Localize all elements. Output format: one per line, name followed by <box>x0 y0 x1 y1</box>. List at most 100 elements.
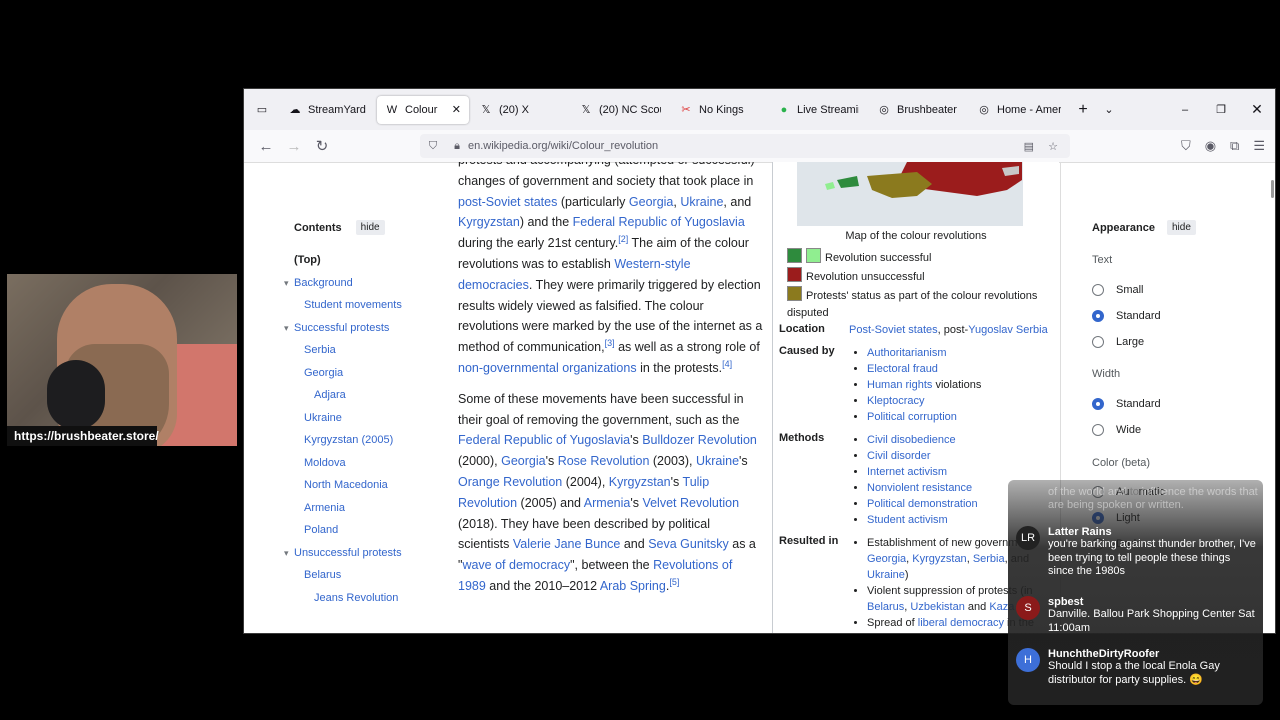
toc-item[interactable]: Kyrgyzstan (2005) <box>294 429 434 452</box>
toc-item[interactable]: Jeans Revolution <box>294 587 434 610</box>
wiki-link[interactable]: Ukraine <box>680 195 723 209</box>
appearance-hide-button[interactable]: hide <box>1166 220 1196 235</box>
wiki-link[interactable]: Political demonstration <box>867 498 978 510</box>
wiki-link[interactable]: Kyrgyzstan <box>609 475 671 489</box>
reference-link[interactable]: [5] <box>669 577 679 587</box>
radio-button[interactable] <box>1092 310 1104 322</box>
toc-item-label[interactable]: Poland <box>304 524 338 536</box>
wiki-link[interactable]: Student activism <box>867 514 948 526</box>
toc-item-label[interactable]: Unsuccessful protests <box>294 547 402 559</box>
toc-item[interactable]: ▾ Unsuccessful protests <box>284 542 434 565</box>
reference-link[interactable]: [2] <box>618 234 628 244</box>
wiki-link[interactable]: post-Soviet states <box>458 195 557 209</box>
radio-button[interactable] <box>1092 336 1104 348</box>
wiki-link[interactable]: Federal Republic of Yugoslavia <box>458 433 630 447</box>
toc-item[interactable]: North Macedonia <box>294 474 434 497</box>
wiki-link[interactable]: Rose Revolution <box>558 454 650 468</box>
new-tab-icon[interactable]: + <box>1069 96 1097 124</box>
radio-option[interactable]: Small <box>1092 284 1144 296</box>
toc-item-label[interactable]: Student movements <box>304 299 402 311</box>
shield-icon[interactable]: ⛉ <box>420 140 446 153</box>
tab-4[interactable]: ✂ No Kings <box>671 96 767 124</box>
wiki-link[interactable]: Serbia <box>973 553 1005 565</box>
wiki-link[interactable]: Human rights <box>867 379 932 391</box>
extensions-icon[interactable]: ⧉ <box>1230 138 1239 154</box>
toc-item-label[interactable]: Successful protests <box>294 322 389 334</box>
toc-item[interactable]: Belarus <box>294 564 434 587</box>
wiki-link[interactable]: Georgia <box>867 553 906 565</box>
toc-item-label[interactable]: Adjara <box>314 389 346 401</box>
toc-item[interactable]: Ukraine <box>294 407 434 430</box>
wiki-link[interactable]: Authoritarianism <box>867 347 946 359</box>
tab-0[interactable]: ☁ StreamYard - S <box>280 96 375 124</box>
toc-item[interactable]: Adjara <box>294 384 434 407</box>
wiki-link[interactable]: wave of democracy <box>462 558 570 572</box>
wiki-link[interactable]: Political corruption <box>867 411 957 423</box>
toc-hide-button[interactable]: hide <box>355 220 385 235</box>
wiki-link[interactable]: Armenia <box>584 496 631 510</box>
toc-item[interactable]: Georgia <box>294 362 434 385</box>
toc-item-label[interactable]: Armenia <box>304 502 345 514</box>
radio-button[interactable] <box>1092 424 1104 436</box>
colour-revolution-map[interactable] <box>797 162 1023 226</box>
tab-3[interactable]: 𝕏 (20) NC Scout <box>571 96 669 124</box>
tab-5[interactable]: ● Live Streaming <box>769 96 867 124</box>
tab-6[interactable]: ◎ Brushbeater - Hom <box>869 96 967 124</box>
wiki-link[interactable]: Yugoslav Serbia <box>968 324 1048 336</box>
pocket-icon[interactable]: ⛉ <box>1181 138 1191 154</box>
wiki-link[interactable]: Civil disobedience <box>867 434 956 446</box>
toc-item-label[interactable]: Background <box>294 277 353 289</box>
close-tab-icon[interactable]: ✕ <box>452 103 461 116</box>
minimize-icon[interactable]: – <box>1167 104 1203 116</box>
url-bar[interactable]: ⛉ 🔒︎ en.wikipedia.org/wiki/Colour_revolu… <box>420 134 1070 158</box>
tab-list-icon[interactable]: ▭ <box>244 96 280 124</box>
reader-view-icon[interactable]: ▤ <box>1024 140 1034 153</box>
tab-7[interactable]: ◎ Home - Americ <box>969 96 1069 124</box>
wiki-link[interactable]: Ukraine <box>696 454 739 468</box>
radio-option[interactable]: Standard <box>1092 398 1161 410</box>
toc-item[interactable]: Student movements <box>294 294 434 317</box>
toc-item-label[interactable]: Jeans Revolution <box>314 592 398 604</box>
toc-item-label[interactable]: North Macedonia <box>304 479 388 491</box>
wiki-link[interactable]: Kyrgyzstan <box>458 215 520 229</box>
wiki-link[interactable]: Georgia <box>501 454 545 468</box>
wiki-link[interactable]: non-governmental organizations <box>458 361 637 375</box>
radio-button[interactable] <box>1092 284 1104 296</box>
wiki-link[interactable]: Civil disorder <box>867 450 931 462</box>
forward-icon[interactable]: → <box>280 138 308 155</box>
radio-button[interactable] <box>1092 398 1104 410</box>
wiki-link[interactable]: Post-Soviet states <box>849 324 938 336</box>
wiki-link[interactable]: liberal democracy <box>918 617 1004 629</box>
toc-item[interactable]: ▾ Background <box>284 272 434 295</box>
wiki-link[interactable]: Arab Spring <box>600 579 666 593</box>
wiki-link[interactable]: Ukraine <box>867 569 905 581</box>
toc-item-label[interactable]: Kyrgyzstan (2005) <box>304 434 393 446</box>
chevron-down-icon[interactable]: ▾ <box>284 272 294 295</box>
wiki-link[interactable]: Electoral fraud <box>867 363 938 375</box>
wiki-link[interactable]: Internet activism <box>867 466 947 478</box>
chevron-down-icon[interactable]: ▾ <box>284 317 294 340</box>
toc-item-label[interactable]: Ukraine <box>304 412 342 424</box>
back-icon[interactable]: ← <box>252 138 280 155</box>
toc-item[interactable]: (Top) <box>294 249 434 272</box>
toc-item[interactable]: Poland <box>294 519 434 542</box>
close-window-icon[interactable]: ✕ <box>1239 101 1275 118</box>
wiki-link[interactable]: Uzbekistan <box>910 601 964 613</box>
menu-icon[interactable]: ☰ <box>1253 138 1265 154</box>
radio-option[interactable]: Standard <box>1092 310 1161 322</box>
radio-option[interactable]: Large <box>1092 336 1144 348</box>
wiki-link[interactable]: Nonviolent resistance <box>867 482 972 494</box>
toc-item[interactable]: Armenia <box>294 497 434 520</box>
radio-option[interactable]: Wide <box>1092 424 1141 436</box>
wiki-link[interactable]: Valerie Jane Bunce <box>513 537 620 551</box>
wiki-link[interactable]: Kleptocracy <box>867 395 924 407</box>
wiki-link[interactable]: Bulldozer Revolution <box>642 433 757 447</box>
toc-item-label[interactable]: Georgia <box>304 367 343 379</box>
toc-item[interactable]: Serbia <box>294 339 434 362</box>
reference-link[interactable]: [3] <box>605 338 615 348</box>
account-icon[interactable]: ◉ <box>1205 138 1216 154</box>
chevron-down-icon[interactable]: ▾ <box>284 542 294 565</box>
toc-item-label[interactable]: Belarus <box>304 569 341 581</box>
toc-item-label[interactable]: Moldova <box>304 457 346 469</box>
wiki-link[interactable]: Georgia <box>629 195 673 209</box>
